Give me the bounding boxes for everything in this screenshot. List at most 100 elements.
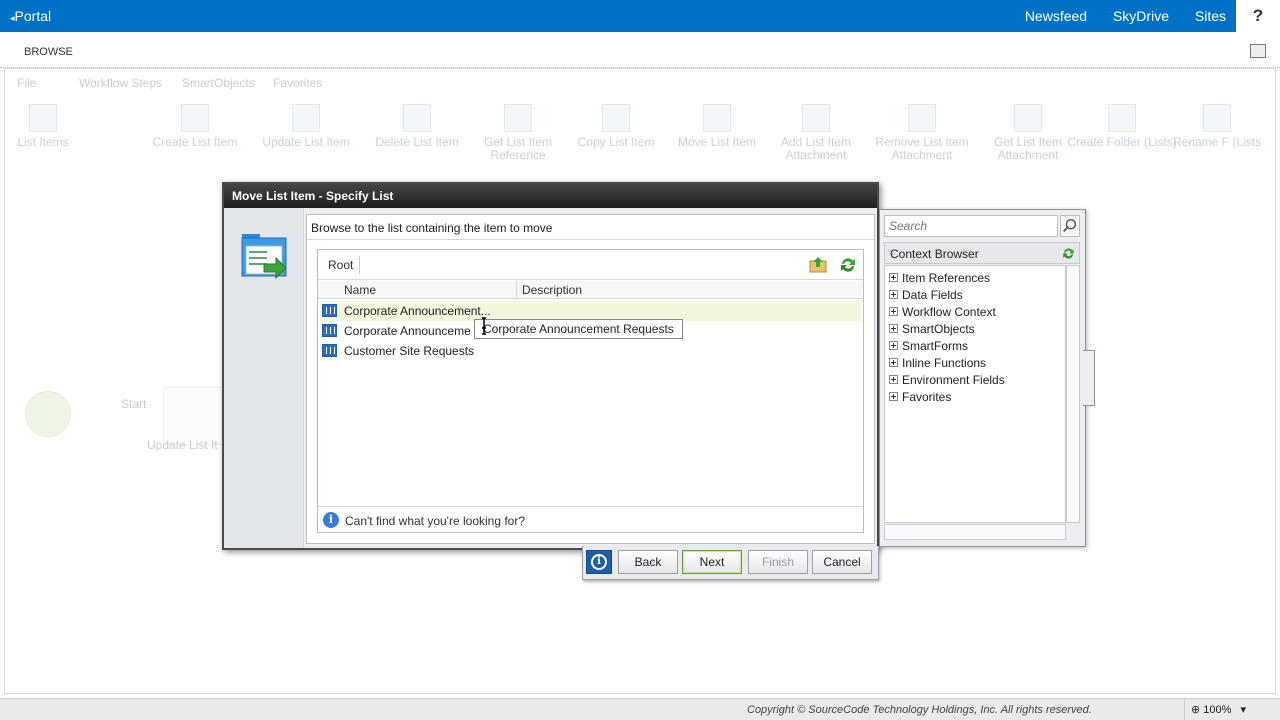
column-separator[interactable] (516, 281, 517, 299)
suite-nav: Newsfeed SkyDrive Sites (1003, 8, 1226, 24)
tab-browse[interactable]: BROWSE (24, 46, 73, 58)
breadcrumb-root[interactable]: Root (322, 256, 361, 274)
context-browser-panel: Context Browser Item References Data Fie… (879, 209, 1086, 547)
collapse-panel-handle[interactable] (1083, 350, 1095, 406)
faded-tool: Add List Item Attachment (761, 104, 871, 162)
expand-icon[interactable] (889, 290, 898, 299)
back-button[interactable]: Back (618, 550, 678, 574)
finish-button[interactable]: Finish (748, 550, 808, 574)
faded-tab-file: File (17, 76, 37, 90)
info-icon: i (323, 512, 339, 528)
wizard-side-panel (224, 208, 304, 548)
faded-tool-label: Get List Item Reference (483, 135, 553, 162)
ribbon-tab-strip: BROWSE (0, 32, 1280, 68)
list-item[interactable]: Corporate Announcement... (320, 301, 861, 321)
expand-icon[interactable] (889, 341, 898, 350)
expand-icon[interactable] (889, 273, 898, 282)
cancel-button[interactable]: Cancel (812, 550, 872, 574)
skydrive-link[interactable]: SkyDrive (1113, 8, 1169, 24)
faded-tool-label: Copy List Item (577, 135, 655, 149)
dialog-title: Move List Item - Specify List (224, 184, 877, 208)
vertical-scrollbar[interactable] (1066, 265, 1080, 523)
share-icon[interactable] (1250, 44, 1266, 58)
tree-item-label: SmartForms (902, 339, 968, 353)
tooltip: Corporate Announcement Requests (474, 319, 683, 339)
faded-tool-label: Move List Item (677, 135, 757, 149)
faded-tab-smartobjects: SmartObjects (182, 76, 255, 90)
faded-tool-label: Create List Item (152, 135, 238, 149)
newsfeed-link[interactable]: Newsfeed (1025, 8, 1087, 24)
faded-tab-favorites: Favorites (273, 76, 323, 90)
copyright-text: Copyright © SourceCode Technology Holdin… (747, 704, 1092, 716)
zoom-icon: ⊕ (1191, 704, 1201, 716)
horizontal-scrollbar[interactable] (884, 524, 1066, 540)
expand-icon[interactable] (889, 307, 898, 316)
move-list-item-icon (241, 234, 287, 280)
cant-find-link[interactable]: Can't find what you're looking for? (345, 514, 525, 528)
info-icon: i (591, 554, 607, 570)
tree-item-label: Item References (902, 271, 991, 285)
faded-tool-label: Remove List Item Attachment (875, 135, 969, 162)
faded-tool-label: Update List Item (262, 135, 350, 149)
update-step-node (163, 387, 225, 445)
expand-icon[interactable] (889, 358, 898, 367)
tree-item-label: SmartObjects (902, 322, 975, 336)
portal-label: Portal (14, 8, 52, 24)
faded-tool-label: Create Folder (Lists) (1067, 135, 1177, 149)
list-items-icon (29, 104, 57, 132)
add-attachment-icon (802, 104, 830, 132)
list-icon (322, 304, 337, 317)
tree-item-label: Workflow Context (902, 305, 996, 319)
update-item-icon (292, 104, 320, 132)
refresh-icon[interactable] (1061, 246, 1076, 261)
faded-tool-label: Rename F (Lists (1172, 135, 1262, 149)
list-item-name: Corporate Announcement... (344, 304, 491, 318)
tree-item-label: Environment Fields (902, 373, 1005, 387)
expand-icon[interactable] (889, 375, 898, 384)
list-browser-panel: Browse to the list containing the item t… (306, 214, 875, 544)
mouse-cursor-icon (482, 317, 486, 335)
context-browser-header: Context Browser (884, 242, 1080, 264)
remove-attachment-icon (908, 104, 936, 132)
faded-tool-label: Delete List Item (375, 135, 459, 149)
breadcrumb-bar: Root (318, 250, 863, 280)
context-tree: Item References Data Fields Workflow Con… (884, 265, 1066, 523)
refresh-icon[interactable] (838, 255, 858, 275)
rename-folder-icon (1203, 104, 1231, 132)
expand-icon[interactable] (889, 392, 898, 401)
faded-tool: Create Folder (Lists) (1067, 104, 1177, 149)
zoom-control[interactable]: ⊕ 100% ▾ (1184, 699, 1270, 720)
context-browser-title: Context Browser (890, 247, 979, 261)
get-attachment-icon (1014, 104, 1042, 132)
chevron-down-icon: ▾ (1240, 704, 1247, 716)
faded-group-list-items: List Items (0, 104, 97, 149)
faded-tool: Get List Item Reference (463, 104, 573, 162)
help-icon[interactable]: ? (1236, 0, 1280, 32)
delete-item-icon (403, 104, 431, 132)
info-button[interactable]: i (586, 550, 612, 574)
sites-link[interactable]: Sites (1195, 8, 1226, 24)
expand-icon[interactable] (889, 324, 898, 333)
zoom-level: 100% (1203, 704, 1232, 716)
faded-tool: Update List Item (251, 104, 361, 149)
suite-bar: ◂Portal Newsfeed SkyDrive Sites ? (0, 0, 1280, 32)
up-folder-icon[interactable] (808, 255, 828, 275)
faded-tab-workflow-steps: Workflow Steps (79, 76, 163, 90)
faded-tool: Copy List Item (561, 104, 671, 149)
get-reference-icon (504, 104, 532, 132)
create-folder-icon (1108, 104, 1136, 132)
copy-item-icon (602, 104, 630, 132)
column-description[interactable]: Description (522, 283, 582, 297)
column-header: Name Description (318, 281, 863, 299)
start-node (25, 391, 71, 437)
start-label: Start (121, 397, 147, 411)
list-item[interactable]: Customer Site Requests (320, 341, 861, 361)
help-footer[interactable]: i Can't find what you're looking for? (318, 506, 863, 532)
faded-tool: Move List Item (662, 104, 772, 149)
search-icon[interactable] (1060, 215, 1080, 237)
search-input[interactable] (884, 215, 1058, 237)
portal-link[interactable]: ◂Portal (10, 8, 51, 24)
next-button[interactable]: Next (682, 550, 742, 574)
column-name[interactable]: Name (344, 283, 376, 297)
tree-item-label: Inline Functions (902, 356, 987, 370)
